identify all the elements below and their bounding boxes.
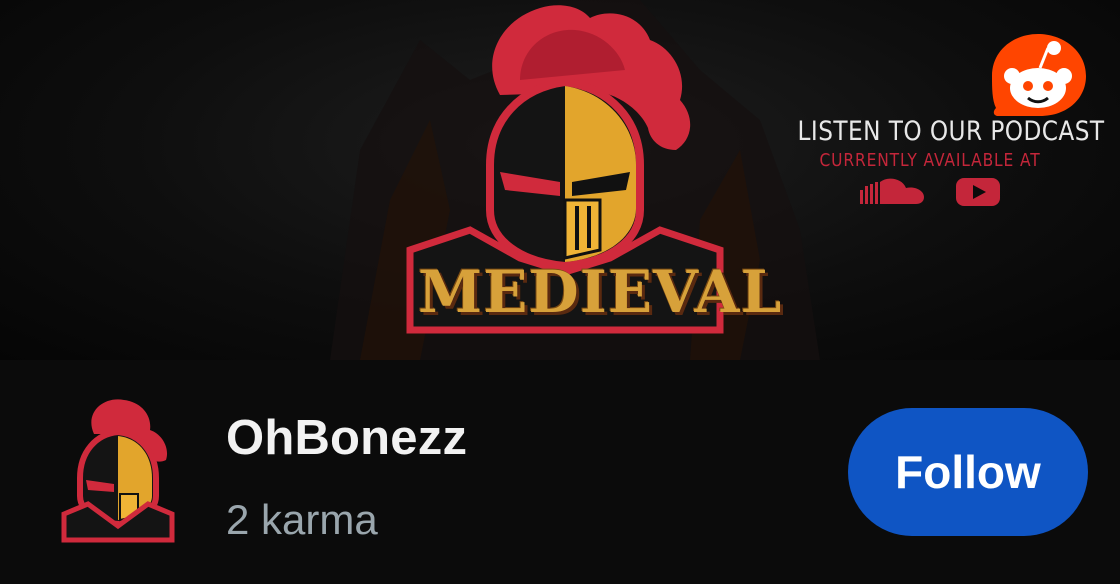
username: OhBonezz [226, 411, 468, 465]
podcast-subheading: CURRENTLY AVAILABLE AT [819, 150, 1041, 171]
soundcloud-icon [860, 178, 924, 204]
knight-avatar-icon [61, 399, 175, 543]
reddit-icon [992, 34, 1086, 116]
karma-count: 2 karma [226, 496, 378, 543]
follow-button[interactable]: Follow [848, 408, 1088, 536]
profile-banner: MEDIEVAL LISTEN TO OUR PODCAST CURRENTLY… [0, 0, 1120, 360]
banner-wordmark: MEDIEVAL [418, 258, 783, 326]
podcast-heading: LISTEN TO OUR PODCAST [797, 116, 1105, 147]
youtube-icon [956, 178, 1000, 206]
